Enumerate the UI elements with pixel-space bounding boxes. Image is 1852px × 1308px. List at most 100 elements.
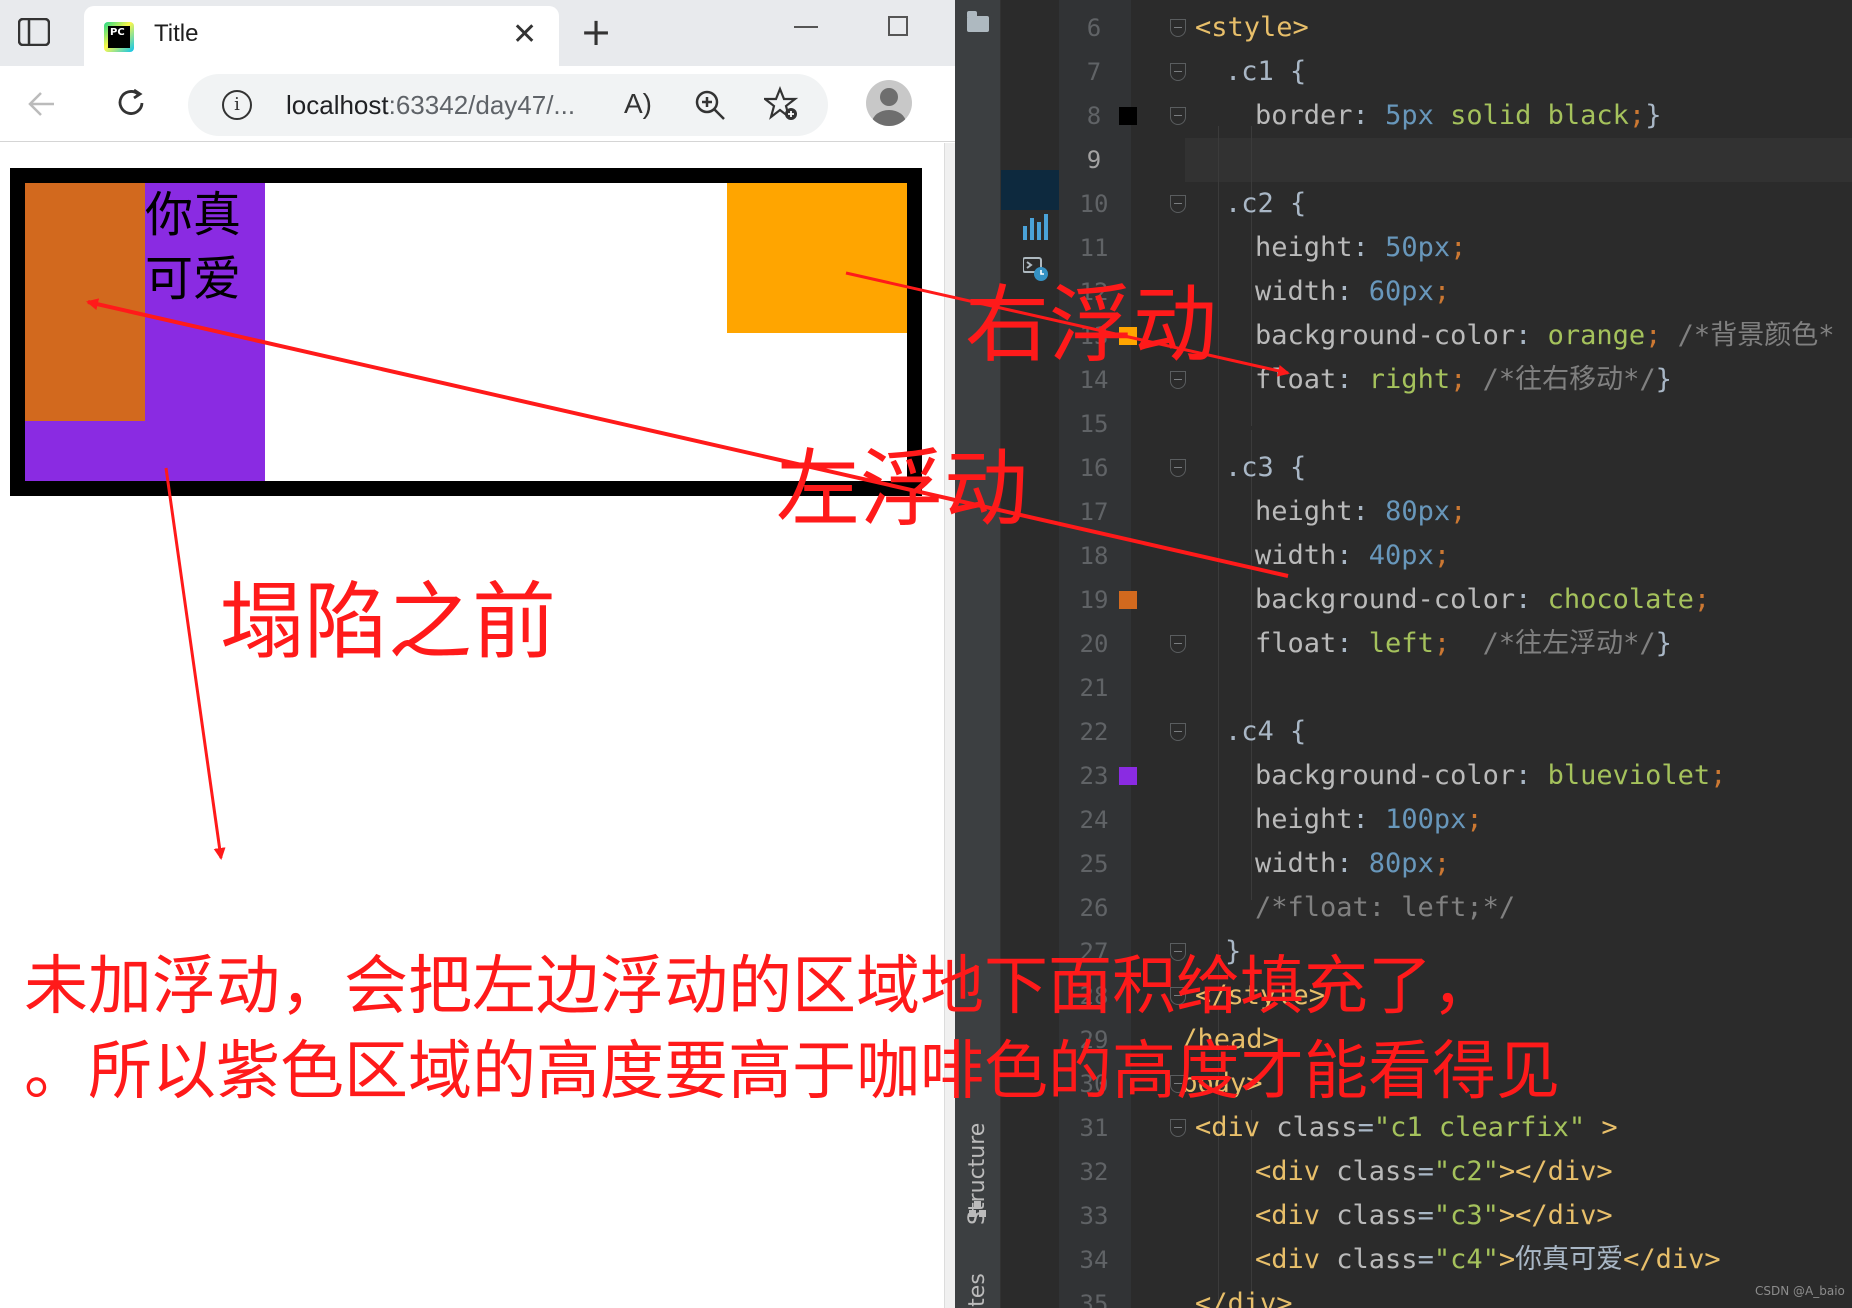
code-token-prop: border [1255, 100, 1353, 131]
fold-marker-icon[interactable] [1170, 195, 1186, 213]
reload-icon[interactable] [112, 84, 150, 122]
zoom-icon[interactable] [693, 88, 727, 122]
code-token-eq: = [1417, 1244, 1434, 1275]
c4-text: 你真可爱 [145, 187, 242, 307]
maximize-icon[interactable] [888, 16, 908, 36]
line-number: 32 [1079, 1158, 1109, 1186]
code-token-close: ></div> [1498, 1200, 1613, 1231]
code-line: } [1225, 930, 1241, 974]
code-token-semi: ; [1693, 584, 1711, 615]
code-line: float: right; /*往右移动*/} [1255, 358, 1672, 402]
favorite-icon[interactable] [764, 86, 800, 122]
fold-marker-icon[interactable] [1170, 987, 1186, 1005]
line-number: 14 [1079, 366, 1109, 394]
line-number: 30 [1079, 1070, 1109, 1098]
profile-avatar[interactable] [866, 80, 912, 126]
code-token-colon: : [1336, 540, 1369, 571]
fold-marker-icon[interactable] [1170, 635, 1186, 653]
code-token-close: > [1585, 1112, 1618, 1143]
line-number: 16 [1079, 454, 1109, 482]
code-line: .c3 { [1225, 446, 1306, 490]
code-token-tag: <body> [1185, 1068, 1263, 1099]
color-swatch-icon[interactable] [1119, 591, 1137, 609]
code-token-cmt: /*背景颜色* [1661, 320, 1835, 351]
fold-marker-icon[interactable] [1170, 1075, 1186, 1093]
code-token-colon: : [1352, 496, 1386, 527]
code-editor[interactable]: <style> .c1 {border: 5px solid black;} .c2… [1185, 0, 1852, 1308]
current-line-highlight [1185, 138, 1852, 182]
fold-marker-icon[interactable] [1170, 1119, 1186, 1137]
code-token-open: <div [1255, 1244, 1337, 1275]
close-tab-icon[interactable]: ✕ [512, 20, 542, 50]
new-tab-button[interactable]: + [578, 13, 614, 51]
line-number: 10 [1079, 190, 1109, 218]
page-scrollbar[interactable] [944, 143, 955, 1308]
pycharm-favicon-icon: PC [104, 22, 134, 52]
profiler-bars-icon[interactable] [1023, 214, 1053, 240]
code-token-brace: { [1273, 716, 1307, 747]
code-token-sel: .c3 [1225, 452, 1274, 483]
code-token-kw: right [1368, 364, 1451, 395]
code-token-prop: background-color [1255, 584, 1516, 615]
code-token-tag: </head> [1185, 1024, 1279, 1055]
fold-marker-icon[interactable] [1170, 723, 1186, 741]
code-token-text: 你真可爱 [1515, 1244, 1624, 1275]
read-aloud-icon[interactable]: A) [624, 88, 652, 120]
structure-tool-button[interactable]: Structure [961, 1095, 995, 1255]
fold-marker-icon[interactable] [1170, 943, 1186, 961]
code-token-close: > [1498, 1244, 1516, 1275]
panel-selection [1001, 170, 1059, 210]
code-token-open: <div [1255, 1200, 1337, 1231]
minimize-icon[interactable] [794, 26, 818, 28]
indent-guide [1251, 126, 1252, 426]
color-swatch-icon[interactable] [1119, 327, 1137, 345]
code-token-semi: ; [1628, 100, 1646, 131]
fold-marker-icon[interactable] [1170, 107, 1186, 125]
back-arrow-icon[interactable] [24, 86, 60, 122]
line-number: 34 [1079, 1246, 1109, 1274]
info-icon[interactable]: i [222, 90, 252, 120]
favorites-tool-button[interactable]: rites [961, 1262, 995, 1308]
code-token-prop: float [1255, 364, 1337, 395]
code-token-semi: ; [1466, 804, 1483, 835]
sidebar-icon[interactable] [18, 18, 50, 46]
fold-marker-icon[interactable] [1170, 459, 1186, 477]
code-token-colon: : [1515, 320, 1548, 351]
code-token-semi: ; [1433, 628, 1451, 659]
fold-marker-icon[interactable] [1170, 19, 1186, 37]
favorites-label: rites [965, 1273, 990, 1308]
tab-title[interactable]: PC Title ✕ [84, 6, 559, 66]
code-token-end: } [1655, 364, 1672, 395]
terminal-clock-icon[interactable] [1023, 256, 1049, 282]
line-number: 6 [1086, 14, 1102, 42]
project-folder-icon[interactable] [967, 11, 989, 32]
code-token-tag: <style> [1195, 12, 1309, 43]
line-number: 21 [1079, 674, 1109, 702]
ide-window: Structure rites 6 7 8 9 10 11 12 13 14 15 16 17 18 19… [955, 0, 1852, 1308]
c3-box [25, 183, 145, 421]
code-token-semi: ; [1450, 496, 1467, 527]
code-token-semi: ; [1433, 540, 1451, 571]
code-token-eq: = [1417, 1156, 1434, 1187]
fold-marker-icon[interactable] [1170, 371, 1186, 389]
code-line: <div class="c3"></div> [1255, 1194, 1613, 1238]
code-line: <div class="c1 clearfix" > [1195, 1106, 1618, 1150]
code-token-colon: : [1336, 628, 1369, 659]
line-number: 28 [1079, 982, 1109, 1010]
tool-window-strip: Structure rites [955, 0, 1001, 1308]
color-swatch-icon[interactable] [1119, 107, 1137, 125]
code-line: height: 80px; [1255, 490, 1466, 534]
code-line: border: 5px solid black;} [1255, 94, 1661, 138]
code-line: float: left; /*往左浮动*/} [1255, 622, 1672, 666]
color-swatch-icon[interactable] [1119, 767, 1137, 785]
code-token-attr: class [1336, 1244, 1418, 1275]
code-token-num: 40px [1368, 540, 1434, 571]
code-token-str: "c3" [1433, 1200, 1499, 1231]
line-number: 22 [1079, 718, 1109, 746]
code-line: background-color: chocolate; [1255, 578, 1710, 622]
fold-marker-icon[interactable] [1170, 63, 1186, 81]
code-line: <div class="c4">你真可爱</div> [1255, 1238, 1721, 1282]
code-token-brace: { [1273, 188, 1307, 219]
csdn-watermark: CSDN @A_baio [1755, 1284, 1845, 1298]
url-field[interactable]: i localhost:63342/day47/... A) [188, 74, 828, 136]
